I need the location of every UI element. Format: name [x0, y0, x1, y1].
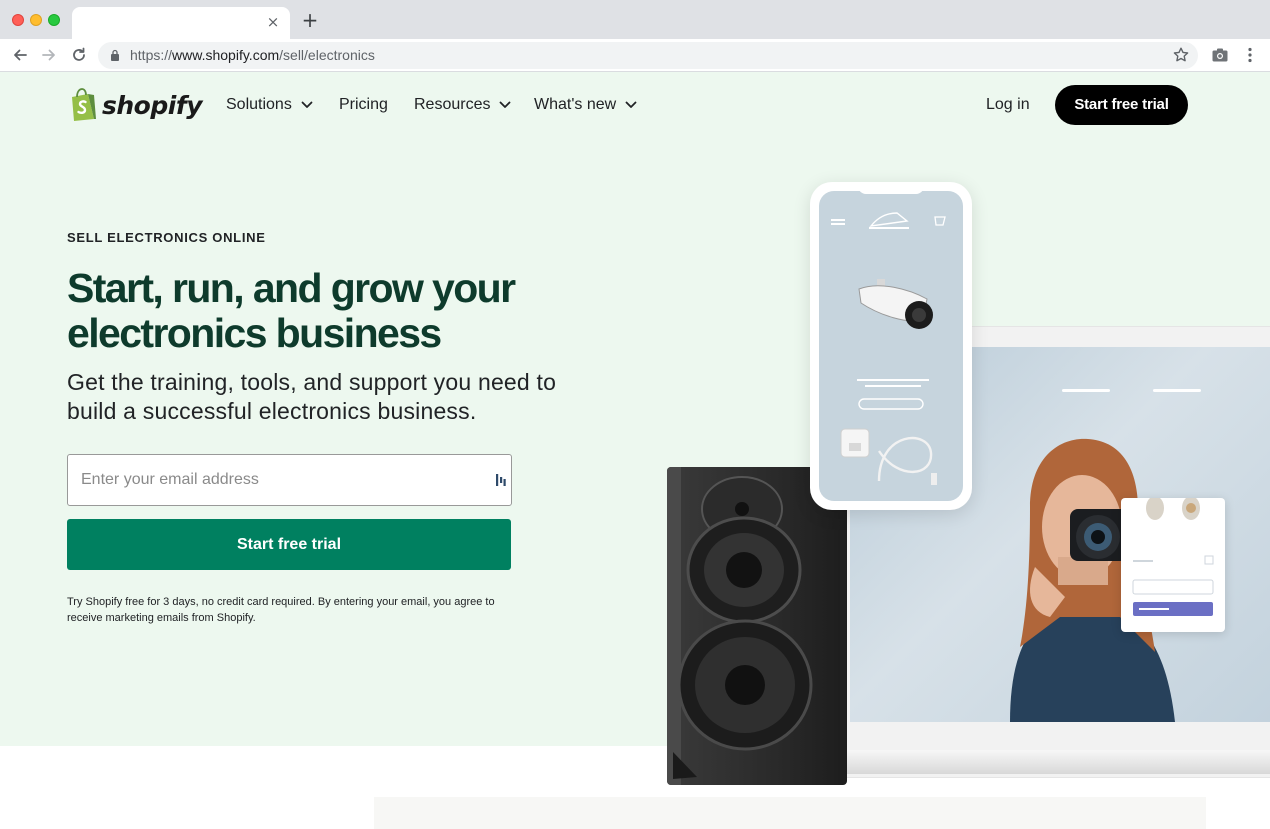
nav-resources[interactable]: Resources: [414, 95, 511, 115]
nav-pricing[interactable]: Pricing: [339, 95, 388, 115]
email-input[interactable]: [68, 455, 488, 505]
nav-solutions[interactable]: Solutions: [226, 95, 313, 115]
phone-store-preview: [831, 212, 946, 485]
header-start-trial-button[interactable]: Start free trial: [1055, 85, 1188, 125]
hero-eyebrow: SELL ELECTRONICS ONLINE: [67, 230, 266, 245]
url-text: https://www.shopify.com/sell/electronics: [130, 47, 375, 64]
browser-toolbar: https://www.shopify.com/sell/electronics: [0, 39, 1270, 72]
checkout-card-content: [1132, 470, 1214, 616]
url-host: www.shopify.com: [172, 47, 280, 63]
browser-tab-active[interactable]: ×: [72, 7, 290, 39]
speaker-product-image: [667, 467, 847, 785]
shopping-bag-logo-icon: [72, 88, 96, 121]
phone-mockup: [810, 182, 972, 510]
screen-nav-line: [1062, 389, 1110, 392]
chevron-down-icon: [500, 101, 511, 108]
web-page: shopify Solutions Pricing Resources What…: [0, 72, 1270, 829]
address-bar[interactable]: https://www.shopify.com/sell/electronics: [98, 42, 1198, 69]
phone-screen: [819, 191, 963, 501]
hero-start-trial-button[interactable]: Start free trial: [67, 519, 511, 570]
trial-disclaimer: Try Shopify free for 3 days, no credit c…: [67, 596, 495, 624]
screen-nav-line: [1153, 389, 1201, 392]
url-path: /sell/electronics: [279, 47, 375, 63]
chevron-down-icon: [301, 101, 313, 108]
nav-label: Pricing: [339, 96, 388, 113]
browser-tab-bar: × +: [0, 0, 1270, 39]
nav-label: What's new: [534, 96, 617, 113]
login-link[interactable]: Log in: [986, 95, 1030, 115]
nav-label: Resources: [414, 96, 491, 113]
checkout-card-mockup: [1121, 470, 1225, 632]
nav-whats-new[interactable]: What's new: [534, 95, 637, 115]
hero-illustration: [600, 172, 1270, 792]
tab-close-icon[interactable]: ×: [264, 13, 282, 31]
url-scheme: https://: [130, 47, 173, 63]
camera-icon[interactable]: [1210, 45, 1230, 65]
shopify-logo[interactable]: shopify: [68, 87, 203, 123]
logo-wordmark: shopify: [102, 90, 203, 120]
chevron-down-icon: [625, 101, 637, 108]
nav-label: Solutions: [226, 96, 292, 113]
lock-icon: [111, 49, 119, 61]
speaker-drivers: [673, 476, 813, 779]
lower-section-card: [374, 797, 1206, 829]
window-maximize-button[interactable]: [48, 14, 60, 26]
new-tab-button[interactable]: +: [300, 10, 320, 30]
hero-subhead: Get the training, tools, and support you…: [67, 369, 557, 424]
window-close-button[interactable]: [12, 14, 24, 26]
hero-headline: Start, run, and grow your electronics bu…: [67, 265, 516, 356]
window-minimize-button[interactable]: [30, 14, 42, 26]
phone-notch: [858, 182, 924, 194]
forward-arrow-icon[interactable]: [38, 44, 60, 66]
email-field[interactable]: [67, 454, 512, 506]
star-icon[interactable]: [1172, 46, 1190, 64]
site-header: shopify Solutions Pricing Resources What…: [0, 72, 1270, 140]
back-arrow-icon[interactable]: [9, 44, 31, 66]
kebab-menu-icon[interactable]: [1240, 45, 1260, 65]
password-manager-icon[interactable]: [496, 473, 506, 487]
reload-icon[interactable]: [68, 44, 90, 66]
